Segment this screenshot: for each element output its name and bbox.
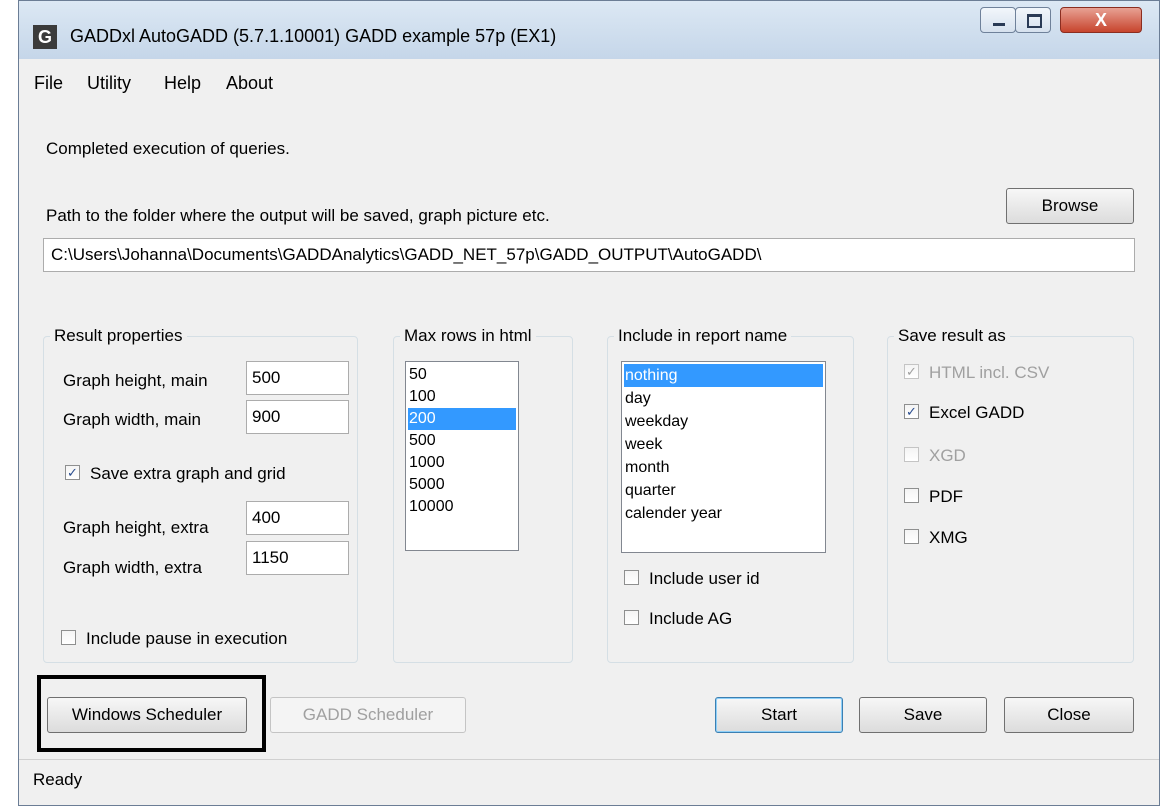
report-name-option-nothing[interactable]: nothing bbox=[624, 364, 823, 387]
report-name-legend: Include in report name bbox=[618, 326, 788, 345]
minimize-icon bbox=[993, 23, 1005, 26]
output-path-label: Path to the folder where the output will… bbox=[46, 206, 550, 225]
main-window: G GADDxl AutoGADD (5.7.1.10001) GADD exa… bbox=[18, 0, 1160, 806]
pdf-row[interactable]: PDF bbox=[904, 487, 963, 507]
report-name-option-weekday[interactable]: weekday bbox=[624, 410, 823, 433]
html-csv-label: HTML incl. CSV bbox=[929, 363, 1050, 382]
graph-height-extra-label: Graph height, extra bbox=[63, 518, 209, 537]
xgd-label: XGD bbox=[929, 446, 966, 465]
include-pause-checkbox[interactable] bbox=[61, 630, 76, 646]
graph-width-main-label: Graph width, main bbox=[63, 410, 201, 429]
menu-utility[interactable]: Utility bbox=[87, 73, 131, 94]
max-rows-legend: Max rows in html bbox=[404, 326, 532, 345]
html-csv-checkbox: ✓ bbox=[904, 364, 919, 380]
highlight-annotation-box bbox=[37, 675, 266, 752]
title-bar[interactable]: G GADDxl AutoGADD (5.7.1.10001) GADD exa… bbox=[19, 1, 1159, 60]
include-user-id-row[interactable]: Include user id bbox=[624, 569, 760, 589]
graph-height-main-label: Graph height, main bbox=[63, 371, 208, 390]
app-icon: G bbox=[33, 25, 57, 49]
save-button[interactable]: Save bbox=[859, 697, 987, 733]
save-extra-label: Save extra graph and grid bbox=[90, 464, 286, 483]
minimize-button[interactable] bbox=[980, 7, 1016, 33]
max-rows-option-1000[interactable]: 1000 bbox=[408, 452, 516, 474]
report-name-option-day[interactable]: day bbox=[624, 387, 823, 410]
graph-width-main-input[interactable]: 900 bbox=[246, 400, 349, 434]
maximize-icon bbox=[1027, 14, 1042, 28]
status-bar-text: Ready bbox=[33, 770, 83, 789]
graph-width-extra-label: Graph width, extra bbox=[63, 558, 202, 577]
include-user-id-checkbox[interactable] bbox=[624, 570, 639, 586]
maximize-button[interactable] bbox=[1015, 7, 1051, 33]
xmg-checkbox[interactable] bbox=[904, 529, 919, 545]
report-name-listbox[interactable]: nothing day weekday week month quarter c… bbox=[621, 361, 826, 553]
max-rows-option-10000[interactable]: 10000 bbox=[408, 496, 516, 518]
xgd-checkbox bbox=[904, 447, 919, 463]
report-name-option-calender-year[interactable]: calender year bbox=[624, 502, 823, 525]
max-rows-option-200[interactable]: 200 bbox=[408, 408, 516, 430]
report-name-option-quarter[interactable]: quarter bbox=[624, 479, 823, 502]
include-ag-row[interactable]: Include AG bbox=[624, 609, 732, 629]
start-button[interactable]: Start bbox=[715, 697, 843, 733]
xmg-label: XMG bbox=[929, 528, 968, 547]
save-result-as-legend: Save result as bbox=[898, 326, 1006, 345]
xmg-row[interactable]: XMG bbox=[904, 528, 968, 548]
report-name-option-month[interactable]: month bbox=[624, 456, 823, 479]
browse-button[interactable]: Browse bbox=[1006, 188, 1134, 224]
html-csv-row: ✓ HTML incl. CSV bbox=[904, 363, 1049, 383]
report-name-option-week[interactable]: week bbox=[624, 433, 823, 456]
max-rows-option-500[interactable]: 500 bbox=[408, 430, 516, 452]
xgd-row: XGD bbox=[904, 446, 966, 466]
window-title: GADDxl AutoGADD (5.7.1.10001) GADD examp… bbox=[70, 26, 557, 46]
window-close-button[interactable]: X bbox=[1060, 7, 1142, 33]
menu-about[interactable]: About bbox=[226, 73, 273, 94]
output-path-input[interactable]: C:\Users\Johanna\Documents\GADDAnalytics… bbox=[43, 238, 1135, 272]
pdf-checkbox[interactable] bbox=[904, 488, 919, 504]
max-rows-option-50[interactable]: 50 bbox=[408, 364, 516, 386]
excel-gadd-row[interactable]: ✓ Excel GADD bbox=[904, 403, 1024, 423]
include-ag-checkbox[interactable] bbox=[624, 610, 639, 626]
max-rows-option-5000[interactable]: 5000 bbox=[408, 474, 516, 496]
gadd-scheduler-button: GADD Scheduler bbox=[270, 697, 466, 733]
graph-height-main-input[interactable]: 500 bbox=[246, 361, 349, 395]
close-icon: X bbox=[1094, 10, 1107, 30]
menu-file[interactable]: File bbox=[34, 73, 63, 94]
max-rows-listbox[interactable]: 50 100 200 500 1000 5000 10000 bbox=[405, 361, 519, 551]
graph-width-extra-input[interactable]: 1150 bbox=[246, 541, 349, 575]
max-rows-option-100[interactable]: 100 bbox=[408, 386, 516, 408]
graph-height-extra-input[interactable]: 400 bbox=[246, 501, 349, 535]
excel-gadd-label: Excel GADD bbox=[929, 403, 1025, 422]
include-pause-checkbox-row[interactable]: Include pause in execution bbox=[61, 629, 287, 649]
close-button[interactable]: Close bbox=[1004, 697, 1134, 733]
save-extra-checkbox-row[interactable]: ✓ Save extra graph and grid bbox=[65, 464, 286, 484]
excel-gadd-checkbox[interactable]: ✓ bbox=[904, 404, 919, 420]
include-pause-label: Include pause in execution bbox=[86, 629, 288, 648]
include-ag-label: Include AG bbox=[649, 609, 733, 628]
status-bar: Ready bbox=[19, 759, 1159, 805]
menu-bar: File Utility Help About bbox=[19, 59, 1159, 107]
menu-help[interactable]: Help bbox=[164, 73, 201, 94]
pdf-label: PDF bbox=[929, 487, 963, 506]
save-extra-checkbox[interactable]: ✓ bbox=[65, 465, 80, 481]
execution-status-message: Completed execution of queries. bbox=[46, 139, 290, 158]
include-user-id-label: Include user id bbox=[649, 569, 760, 588]
result-properties-legend: Result properties bbox=[54, 326, 183, 345]
